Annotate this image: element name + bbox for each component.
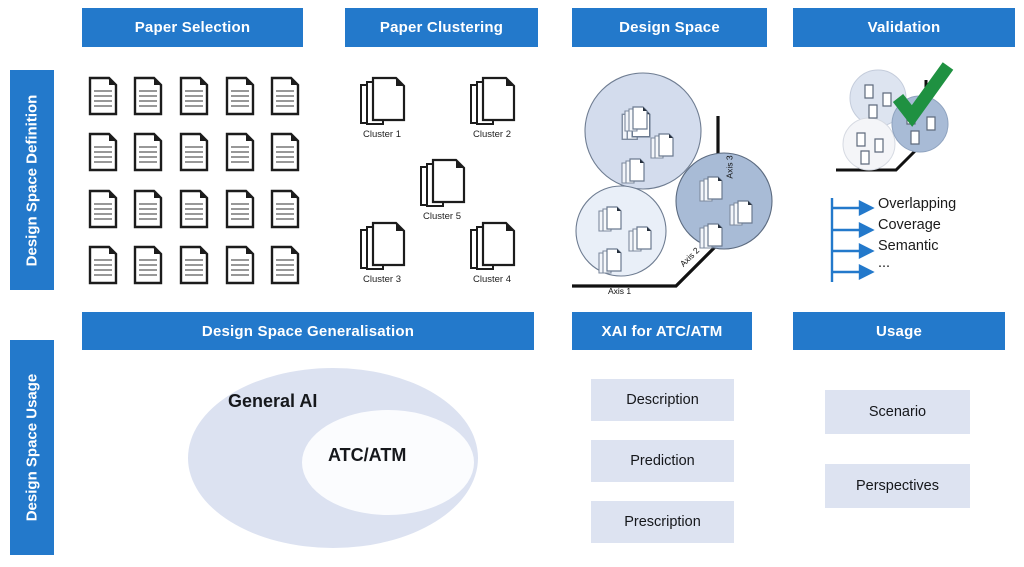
cluster-label: Cluster 2 (472, 129, 511, 140)
criteria-label: Semantic (878, 238, 939, 254)
cluster-item-2[interactable]: Cluster 2 (455, 73, 529, 140)
validation-criteria-list: Overlapping Coverage Semantic ... (828, 196, 1018, 284)
document-stack-icon (357, 73, 407, 127)
document-icon (225, 76, 254, 116)
generalisation-venn: General AI ATC/ATM (180, 362, 490, 557)
cluster-item-4[interactable]: Cluster 4 (455, 218, 529, 285)
criteria-row: Coverage (828, 217, 1018, 238)
header-usage[interactable]: Usage (793, 312, 1005, 350)
criteria-row: Overlapping (828, 196, 1018, 217)
criteria-row: ... (828, 255, 1018, 280)
document-icon (134, 245, 163, 285)
cluster-item-5[interactable]: Cluster 5 (405, 155, 479, 222)
criteria-label: Overlapping (878, 196, 957, 212)
cluster-label: Cluster 3 (362, 274, 401, 285)
axis-1-label: Axis 1 (608, 286, 632, 296)
sidebar-item-design-space-usage[interactable]: Design Space Usage (10, 340, 54, 555)
document-icon (179, 76, 209, 116)
xai-box-prescription[interactable]: Prescription (591, 501, 734, 543)
xai-box-description[interactable]: Description (591, 379, 734, 421)
cluster-label: Cluster 4 (472, 274, 511, 285)
document-icon (179, 189, 209, 228)
cluster-item-1[interactable]: Cluster 1 (345, 73, 419, 140)
document-icon (88, 245, 117, 285)
document-stack-icon (417, 155, 467, 209)
document-stack-icon (467, 73, 517, 127)
axis-3-label: Axis 3 (724, 155, 735, 179)
header-paper-selection[interactable]: Paper Selection (82, 8, 303, 47)
document-icon (88, 189, 117, 228)
document-icon (179, 245, 209, 285)
document-icon (270, 76, 300, 116)
header-design-space[interactable]: Design Space (572, 8, 767, 47)
document-stack-icon (357, 218, 407, 272)
document-icon (179, 133, 209, 172)
xai-box-prediction[interactable]: Prediction (591, 440, 734, 482)
sidebar-item-label: Design Space Definition (23, 94, 41, 266)
criteria-label: Coverage (878, 217, 941, 233)
sidebar-item-design-space-definition[interactable]: Design Space Definition (10, 70, 54, 290)
header-design-space-generalisation[interactable]: Design Space Generalisation (82, 312, 534, 350)
document-icon (270, 133, 300, 172)
document-icon (225, 133, 254, 172)
diagram-canvas: Design Space Definition Design Space Usa… (0, 0, 1024, 567)
document-stack-icon (467, 218, 517, 272)
cluster-item-3[interactable]: Cluster 3 (345, 218, 419, 285)
paper-selection-grid (80, 68, 308, 293)
document-icon (134, 133, 163, 172)
document-icon (134, 76, 163, 116)
header-validation[interactable]: Validation (793, 8, 1015, 47)
document-icon (88, 133, 117, 172)
sidebar-item-label: Design Space Usage (23, 373, 41, 522)
document-icon (134, 189, 163, 228)
usage-box-perspectives[interactable]: Perspectives (825, 464, 970, 508)
document-icon (270, 245, 300, 285)
usage-box-scenario[interactable]: Scenario (825, 390, 970, 434)
general-ai-label: General AI (228, 391, 318, 411)
validation-illustration (826, 58, 1016, 183)
design-space-plot: Axis 1 Axis 2 Axis 3 (566, 58, 792, 298)
criteria-label: ... (878, 255, 891, 271)
document-icon (225, 245, 254, 285)
document-icon (225, 189, 254, 228)
criteria-row: Semantic (828, 238, 1018, 259)
document-icon (270, 189, 300, 228)
atc-atm-label: ATC/ATM (328, 445, 407, 465)
cluster-label: Cluster 1 (362, 129, 401, 140)
header-paper-clustering[interactable]: Paper Clustering (345, 8, 538, 47)
header-xai-for-atc-atm[interactable]: XAI for ATC/ATM (572, 312, 752, 350)
document-icon (88, 76, 117, 116)
